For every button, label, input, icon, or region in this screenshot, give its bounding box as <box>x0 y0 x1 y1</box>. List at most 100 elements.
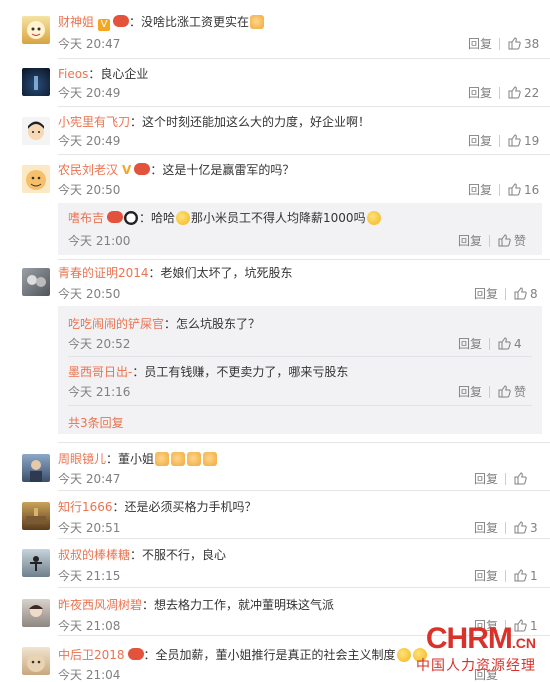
comment-item: 周眼镜儿：董小姐 今天 20:47 回复 <box>0 442 550 490</box>
username[interactable]: 嗜布吉 <box>68 211 104 225</box>
reply-button[interactable]: 回复 <box>458 385 482 399</box>
verified-icon: V <box>98 19 111 31</box>
more-replies-link[interactable]: 共3条回复 <box>68 414 124 431</box>
verified-v-icon: V <box>122 163 132 177</box>
watermark-suffix: .CN <box>511 635 536 651</box>
username[interactable]: 财神姐 <box>58 15 94 29</box>
reply-text: ：怎么坑股东了？ <box>164 317 261 331</box>
reply-time: 今天 21:16 <box>68 385 131 399</box>
thumb-up-icon <box>508 134 521 147</box>
reply-button[interactable]: 回复 <box>474 472 498 486</box>
like-label: 赞 <box>514 234 527 248</box>
comment-text: ：董小姐 <box>106 452 155 466</box>
reply-button[interactable]: 回复 <box>468 183 492 197</box>
avatar[interactable] <box>22 502 50 530</box>
username[interactable]: 小宪里有飞刀 <box>58 115 130 129</box>
like-button[interactable]: 3 <box>514 521 538 535</box>
comment-text: ：还是必须买格力手机吗？ <box>112 500 257 514</box>
like-count: 1 <box>530 569 538 583</box>
username[interactable]: 昨夜西风凋树碧 <box>58 598 142 612</box>
comment-time: 今天 21:15 <box>58 569 121 583</box>
reply-button[interactable]: 回复 <box>474 521 498 535</box>
username[interactable]: 叔叔的棒棒糖 <box>58 548 130 562</box>
avatar[interactable] <box>22 117 50 145</box>
username[interactable]: 吃吃闹闹的铲屎官 <box>68 317 164 331</box>
avatar[interactable] <box>22 549 50 577</box>
like-count: 8 <box>530 287 538 301</box>
comment-text: ：全员加薪，董小姐推行是真正的社会主义制度 <box>143 648 396 662</box>
avatar[interactable] <box>22 165 50 193</box>
username[interactable]: Fieos <box>58 67 88 81</box>
like-button[interactable] <box>514 472 530 486</box>
avatar[interactable] <box>22 16 50 44</box>
comment-time: 今天 21:08 <box>58 619 121 633</box>
avatar[interactable] <box>22 68 50 96</box>
comment-text: ：良心企业 <box>88 67 149 81</box>
thumb-up-icon <box>514 521 527 534</box>
watermark-sub: 中国人力资源经理 <box>416 658 536 674</box>
comment-item: Fieos：良心企业 今天 20:49 回复 22 <box>0 58 550 106</box>
like-count: 16 <box>524 183 540 197</box>
comment-time: 今天 20:51 <box>58 521 121 535</box>
comment-item: 财神姐 V ：没啥比涨工资更实在 今天 20:47 回复 38 <box>0 0 550 60</box>
like-label: 赞 <box>514 385 527 399</box>
reply-time: 今天 21:00 <box>68 234 131 248</box>
username[interactable]: 周眼镜儿 <box>58 452 106 466</box>
like-button[interactable]: 赞 <box>498 385 526 399</box>
avatar[interactable] <box>22 647 50 675</box>
divider <box>68 356 532 357</box>
like-button[interactable]: 4 <box>498 337 522 351</box>
thumb-up-icon <box>498 234 511 247</box>
divider <box>505 570 506 582</box>
like-button[interactable]: 1 <box>514 569 538 583</box>
like-button[interactable]: 赞 <box>498 234 526 248</box>
avatar[interactable] <box>22 268 50 296</box>
username[interactable]: 农民刘老汉 <box>58 163 118 177</box>
username[interactable]: 知行1666 <box>58 500 113 514</box>
medal-icon <box>107 211 124 223</box>
username[interactable]: 青春的证明2014 <box>58 266 149 280</box>
laugh-emoji-icon <box>176 211 191 225</box>
avatar[interactable] <box>22 599 50 627</box>
thumb-up-icon <box>508 86 521 99</box>
like-count: 19 <box>524 134 540 148</box>
divider <box>505 473 506 485</box>
reply-button[interactable]: 回复 <box>468 37 492 51</box>
divider <box>68 405 532 406</box>
thumb-up-icon <box>514 569 527 582</box>
like-button[interactable]: 16 <box>508 183 539 197</box>
like-button[interactable]: 19 <box>508 134 539 148</box>
reply-text: 那小米员工不得人均降薪1000吗 <box>191 211 366 225</box>
thumbs-up-emoji-icon <box>155 452 170 466</box>
thumbs-up-emoji-icon <box>203 452 218 466</box>
reply-button[interactable]: 回复 <box>458 337 482 351</box>
avatar[interactable] <box>22 454 50 482</box>
comment-text: ：老娘们太坏了，坑死股东 <box>148 266 293 280</box>
reply-button[interactable]: 回复 <box>474 287 498 301</box>
thumb-up-icon <box>498 337 511 350</box>
thumbs-up-emoji-icon <box>187 452 202 466</box>
reply-text: ：哈哈 <box>139 211 176 225</box>
reply-button[interactable]: 回复 <box>458 234 482 248</box>
comment-item: 小宪里有飞刀：这个时刻还能加这么大的力度，好企业啊！ 今天 20:49 回复 1… <box>0 106 550 154</box>
reply-button[interactable]: 回复 <box>468 134 492 148</box>
like-button[interactable]: 8 <box>514 287 538 301</box>
comment-time: 今天 20:49 <box>58 86 121 100</box>
reply-button[interactable]: 回复 <box>474 569 498 583</box>
comment-time: 今天 21:04 <box>58 668 121 682</box>
username[interactable]: 墨西哥日出- <box>68 365 132 379</box>
comment-item: 叔叔的棒棒糖：不服不行，良心 今天 21:15 回复 1 <box>0 538 550 586</box>
medal-icon <box>113 15 130 27</box>
like-button[interactable]: 22 <box>508 86 539 100</box>
divider <box>505 522 506 534</box>
like-count: 38 <box>524 37 540 51</box>
thumb-up-icon <box>514 287 527 300</box>
divider <box>499 87 500 99</box>
thumb-up-icon <box>508 183 521 196</box>
divider <box>499 135 500 147</box>
username[interactable]: 中后卫2018 <box>58 648 125 662</box>
like-button[interactable]: 38 <box>508 37 539 51</box>
panda-emoji-icon <box>124 211 139 225</box>
reply-button[interactable]: 回复 <box>468 86 492 100</box>
comment-text: ：没啥比涨工资更实在 <box>129 15 250 29</box>
